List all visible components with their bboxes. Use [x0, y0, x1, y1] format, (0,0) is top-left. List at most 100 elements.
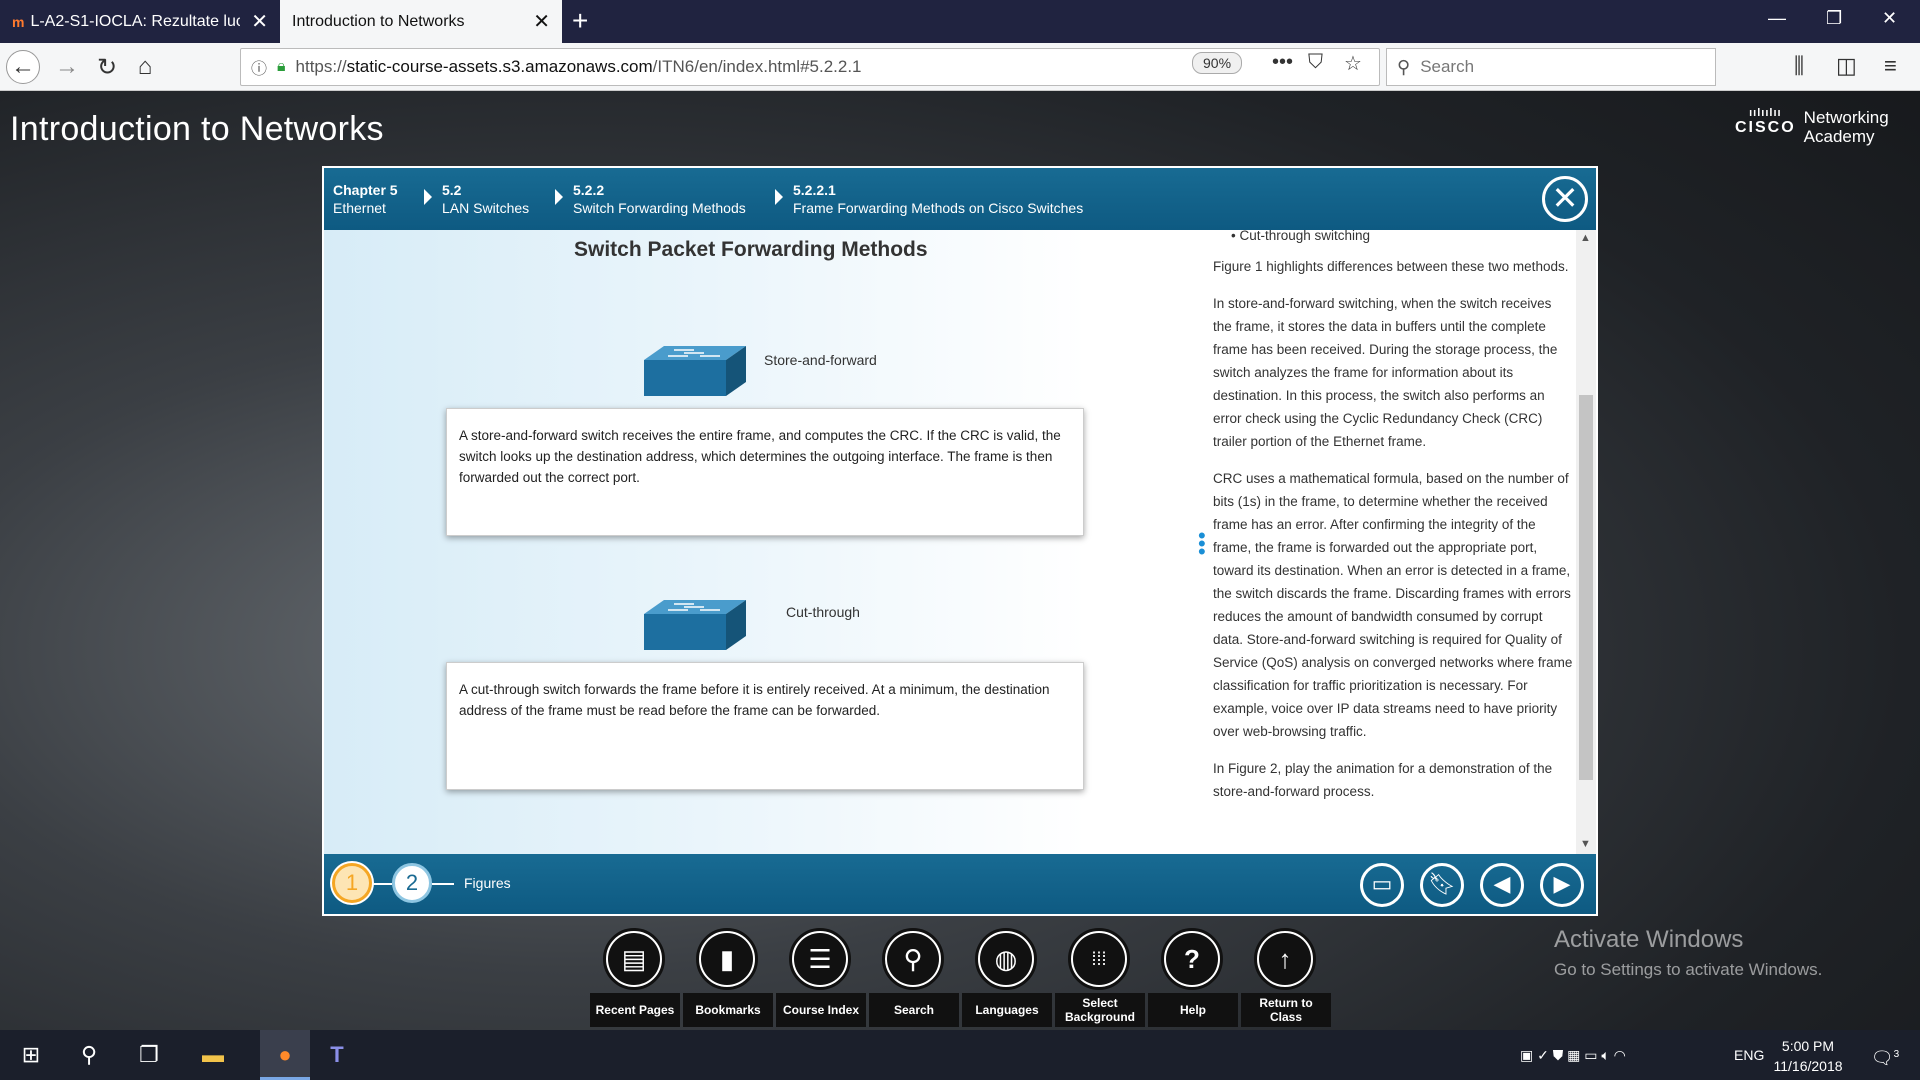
- sidebar-icon[interactable]: ◫: [1836, 53, 1857, 79]
- pocket-icon[interactable]: ⛉: [1308, 51, 1323, 74]
- library-icon[interactable]: ⫼: [1794, 53, 1804, 79]
- page-actions-icon[interactable]: •••: [1272, 51, 1293, 74]
- grid-icon: ⁞⁞⁞: [1073, 933, 1125, 985]
- help-icon: ?: [1166, 933, 1218, 985]
- bullet-cut-through: • Cut-through switching: [1231, 230, 1371, 243]
- breadcrumb-number: 5.2: [442, 182, 462, 198]
- dock-return-to-class[interactable]: ↑ Return to Class: [1241, 925, 1331, 1027]
- scroll-down-icon[interactable]: ▼: [1580, 838, 1591, 850]
- close-tab-icon[interactable]: ✕: [533, 9, 550, 34]
- windows-taskbar: ⊞ ⚲ ❐ ▬ ● T ▣ ✓ ⛊ ▦ ▭ 🔈︎ ◠ ENG 5:00 PM 1…: [0, 1030, 1920, 1080]
- activate-windows-watermark: Activate Windows Go to Settings to activ…: [1554, 926, 1822, 980]
- zoom-level[interactable]: 90%: [1192, 52, 1243, 74]
- tab-label: L-A2-S1-IOCLA: Rezultate lucra: [30, 12, 241, 30]
- dock-recent-pages[interactable]: ▤ Recent Pages: [590, 925, 680, 1027]
- close-tab-icon[interactable]: ✕: [251, 9, 268, 34]
- info-icon[interactable]: ⓘ: [251, 55, 267, 79]
- figure-nav-bar: 1 2 Figures ▭ 🔖︎ ◀ ▶: [324, 854, 1596, 914]
- tray-icons[interactable]: ▣ ✓ ⛊ ▦ ▭ 🔈︎ ◠: [1520, 1047, 1626, 1064]
- watermark-line2: Go to Settings to activate Windows.: [1554, 960, 1823, 979]
- dock-select-background[interactable]: ⁞⁞⁞ Select Background: [1055, 925, 1145, 1027]
- cut-through-description: A cut-through switch forwards the frame …: [446, 662, 1084, 790]
- dock-icon-frame: ▮: [696, 928, 758, 990]
- comment-button[interactable]: ▭: [1360, 863, 1404, 907]
- bookmark-icon: 🔖︎: [1428, 871, 1456, 896]
- logo-text-line2: Academy: [1803, 127, 1875, 146]
- figure-1-button[interactable]: 1: [332, 863, 372, 903]
- paragraph: Figure 1 highlights differences between …: [1213, 259, 1569, 274]
- moodle-favicon-icon: m: [12, 13, 25, 30]
- dock-icon-frame: ◍: [975, 928, 1037, 990]
- notifications-icon[interactable]: 🗨︎3: [1870, 1040, 1900, 1070]
- breadcrumb-item-section[interactable]: 5.2 LAN Switches: [424, 181, 529, 217]
- scroll-up-icon[interactable]: ▲: [1580, 232, 1591, 244]
- figure-title: Switch Packet Forwarding Methods: [574, 238, 928, 261]
- cut-through-label: Cut-through: [786, 604, 860, 620]
- bookmark-button[interactable]: 🔖︎: [1420, 863, 1464, 907]
- breadcrumb-item-topic[interactable]: 5.2.2.1 Frame Forwarding Methods on Cisc…: [775, 181, 1083, 217]
- list-icon: ☰: [794, 933, 846, 985]
- language-indicator[interactable]: ENG: [1734, 1047, 1764, 1063]
- breadcrumb: Chapter 5 Ethernet 5.2 LAN Switches 5.2.…: [324, 168, 1596, 230]
- home-icon[interactable]: ⌂: [128, 50, 162, 84]
- menu-icon[interactable]: ≡: [1884, 53, 1897, 79]
- clock[interactable]: 5:00 PM 11/16/2018: [1768, 1036, 1848, 1076]
- search-icon: ⚲: [887, 933, 939, 985]
- tab-label: Introduction to Networks: [292, 12, 465, 30]
- forward-icon[interactable]: →: [50, 50, 84, 84]
- search-placeholder: Search: [1420, 57, 1475, 76]
- chevron-right-icon: ▶: [1553, 871, 1571, 896]
- task-view-icon[interactable]: ❐: [134, 1040, 164, 1070]
- dock-label: Help: [1148, 993, 1238, 1027]
- dock-icon-frame: ☰: [789, 928, 851, 990]
- text-scrollbar[interactable]: ▲ ▼: [1576, 230, 1596, 854]
- breadcrumb-number: 5.2.2: [573, 182, 605, 198]
- next-page-button[interactable]: ▶: [1540, 863, 1584, 907]
- back-icon[interactable]: ←: [6, 50, 40, 84]
- tab-introduction-to-networks[interactable]: Introduction to Networks ✕: [280, 0, 562, 43]
- previous-page-button[interactable]: ◀: [1480, 863, 1524, 907]
- dock-help[interactable]: ? Help: [1148, 925, 1238, 1027]
- url-prefix: https://: [295, 57, 347, 76]
- paragraph: In store-and-forward switching, when the…: [1213, 296, 1558, 449]
- dock-bookmarks[interactable]: ▮ Bookmarks: [683, 925, 773, 1027]
- cisco-networking-academy-logo: ıılıılıı cisco Networking Academy: [1735, 108, 1889, 147]
- figure-connector: [432, 883, 454, 885]
- breadcrumb-item-chapter[interactable]: Chapter 5 Ethernet: [333, 181, 398, 217]
- breadcrumb-number: 5.2.2.1: [793, 182, 836, 198]
- dock-icon-frame: ↑: [1254, 928, 1316, 990]
- dock-course-index[interactable]: ☰ Course Index: [776, 925, 866, 1027]
- figures-label: Figures: [464, 875, 511, 891]
- search-input[interactable]: ⚲ Search: [1386, 48, 1716, 86]
- search-icon[interactable]: ⚲: [74, 1040, 104, 1070]
- breadcrumb-item-subsection[interactable]: 5.2.2 Switch Forwarding Methods: [555, 181, 746, 217]
- watermark-line1: Activate Windows: [1554, 926, 1744, 953]
- reload-icon[interactable]: ↻: [90, 50, 124, 84]
- firefox-icon[interactable]: ●: [270, 1040, 300, 1070]
- switch-cut-through-icon: [644, 600, 746, 650]
- tab-iocla[interactable]: m L-A2-S1-IOCLA: Rezultate lucra ✕: [0, 0, 280, 43]
- new-tab-icon[interactable]: +: [572, 5, 588, 37]
- figure-2-button[interactable]: 2: [392, 863, 432, 903]
- file-explorer-icon[interactable]: ▬: [198, 1040, 228, 1070]
- scrollbar-thumb[interactable]: [1579, 395, 1593, 780]
- browser-tab-bar: m L-A2-S1-IOCLA: Rezultate lucra ✕ Intro…: [0, 0, 1920, 43]
- store-and-forward-description: A store-and-forward switch receives the …: [446, 408, 1084, 536]
- dock-languages[interactable]: ◍ Languages: [962, 925, 1052, 1027]
- window-close-icon[interactable]: ✕: [1882, 8, 1897, 29]
- dock-icon-frame: ?: [1161, 928, 1223, 990]
- globe-icon: ◍: [980, 933, 1032, 985]
- dock-search[interactable]: ⚲ Search: [869, 925, 959, 1027]
- teams-icon[interactable]: T: [322, 1040, 352, 1070]
- dock-label: Languages: [962, 993, 1052, 1027]
- restore-icon[interactable]: ❐: [1826, 8, 1842, 29]
- close-content-button[interactable]: ✕: [1542, 176, 1588, 222]
- content-window: Chapter 5 Ethernet 5.2 LAN Switches 5.2.…: [322, 166, 1598, 916]
- windows-start-icon[interactable]: ⊞: [16, 1040, 46, 1070]
- resize-handle-icon[interactable]: • • •: [1198, 525, 1206, 563]
- star-icon[interactable]: ☆: [1344, 51, 1362, 76]
- minimize-icon[interactable]: —: [1768, 8, 1786, 29]
- page-body: Switch Packet Forwarding Methods Store-a…: [324, 230, 1596, 854]
- up-arrow-icon: ↑: [1259, 933, 1311, 985]
- cisco-wordmark: cisco: [1735, 119, 1796, 136]
